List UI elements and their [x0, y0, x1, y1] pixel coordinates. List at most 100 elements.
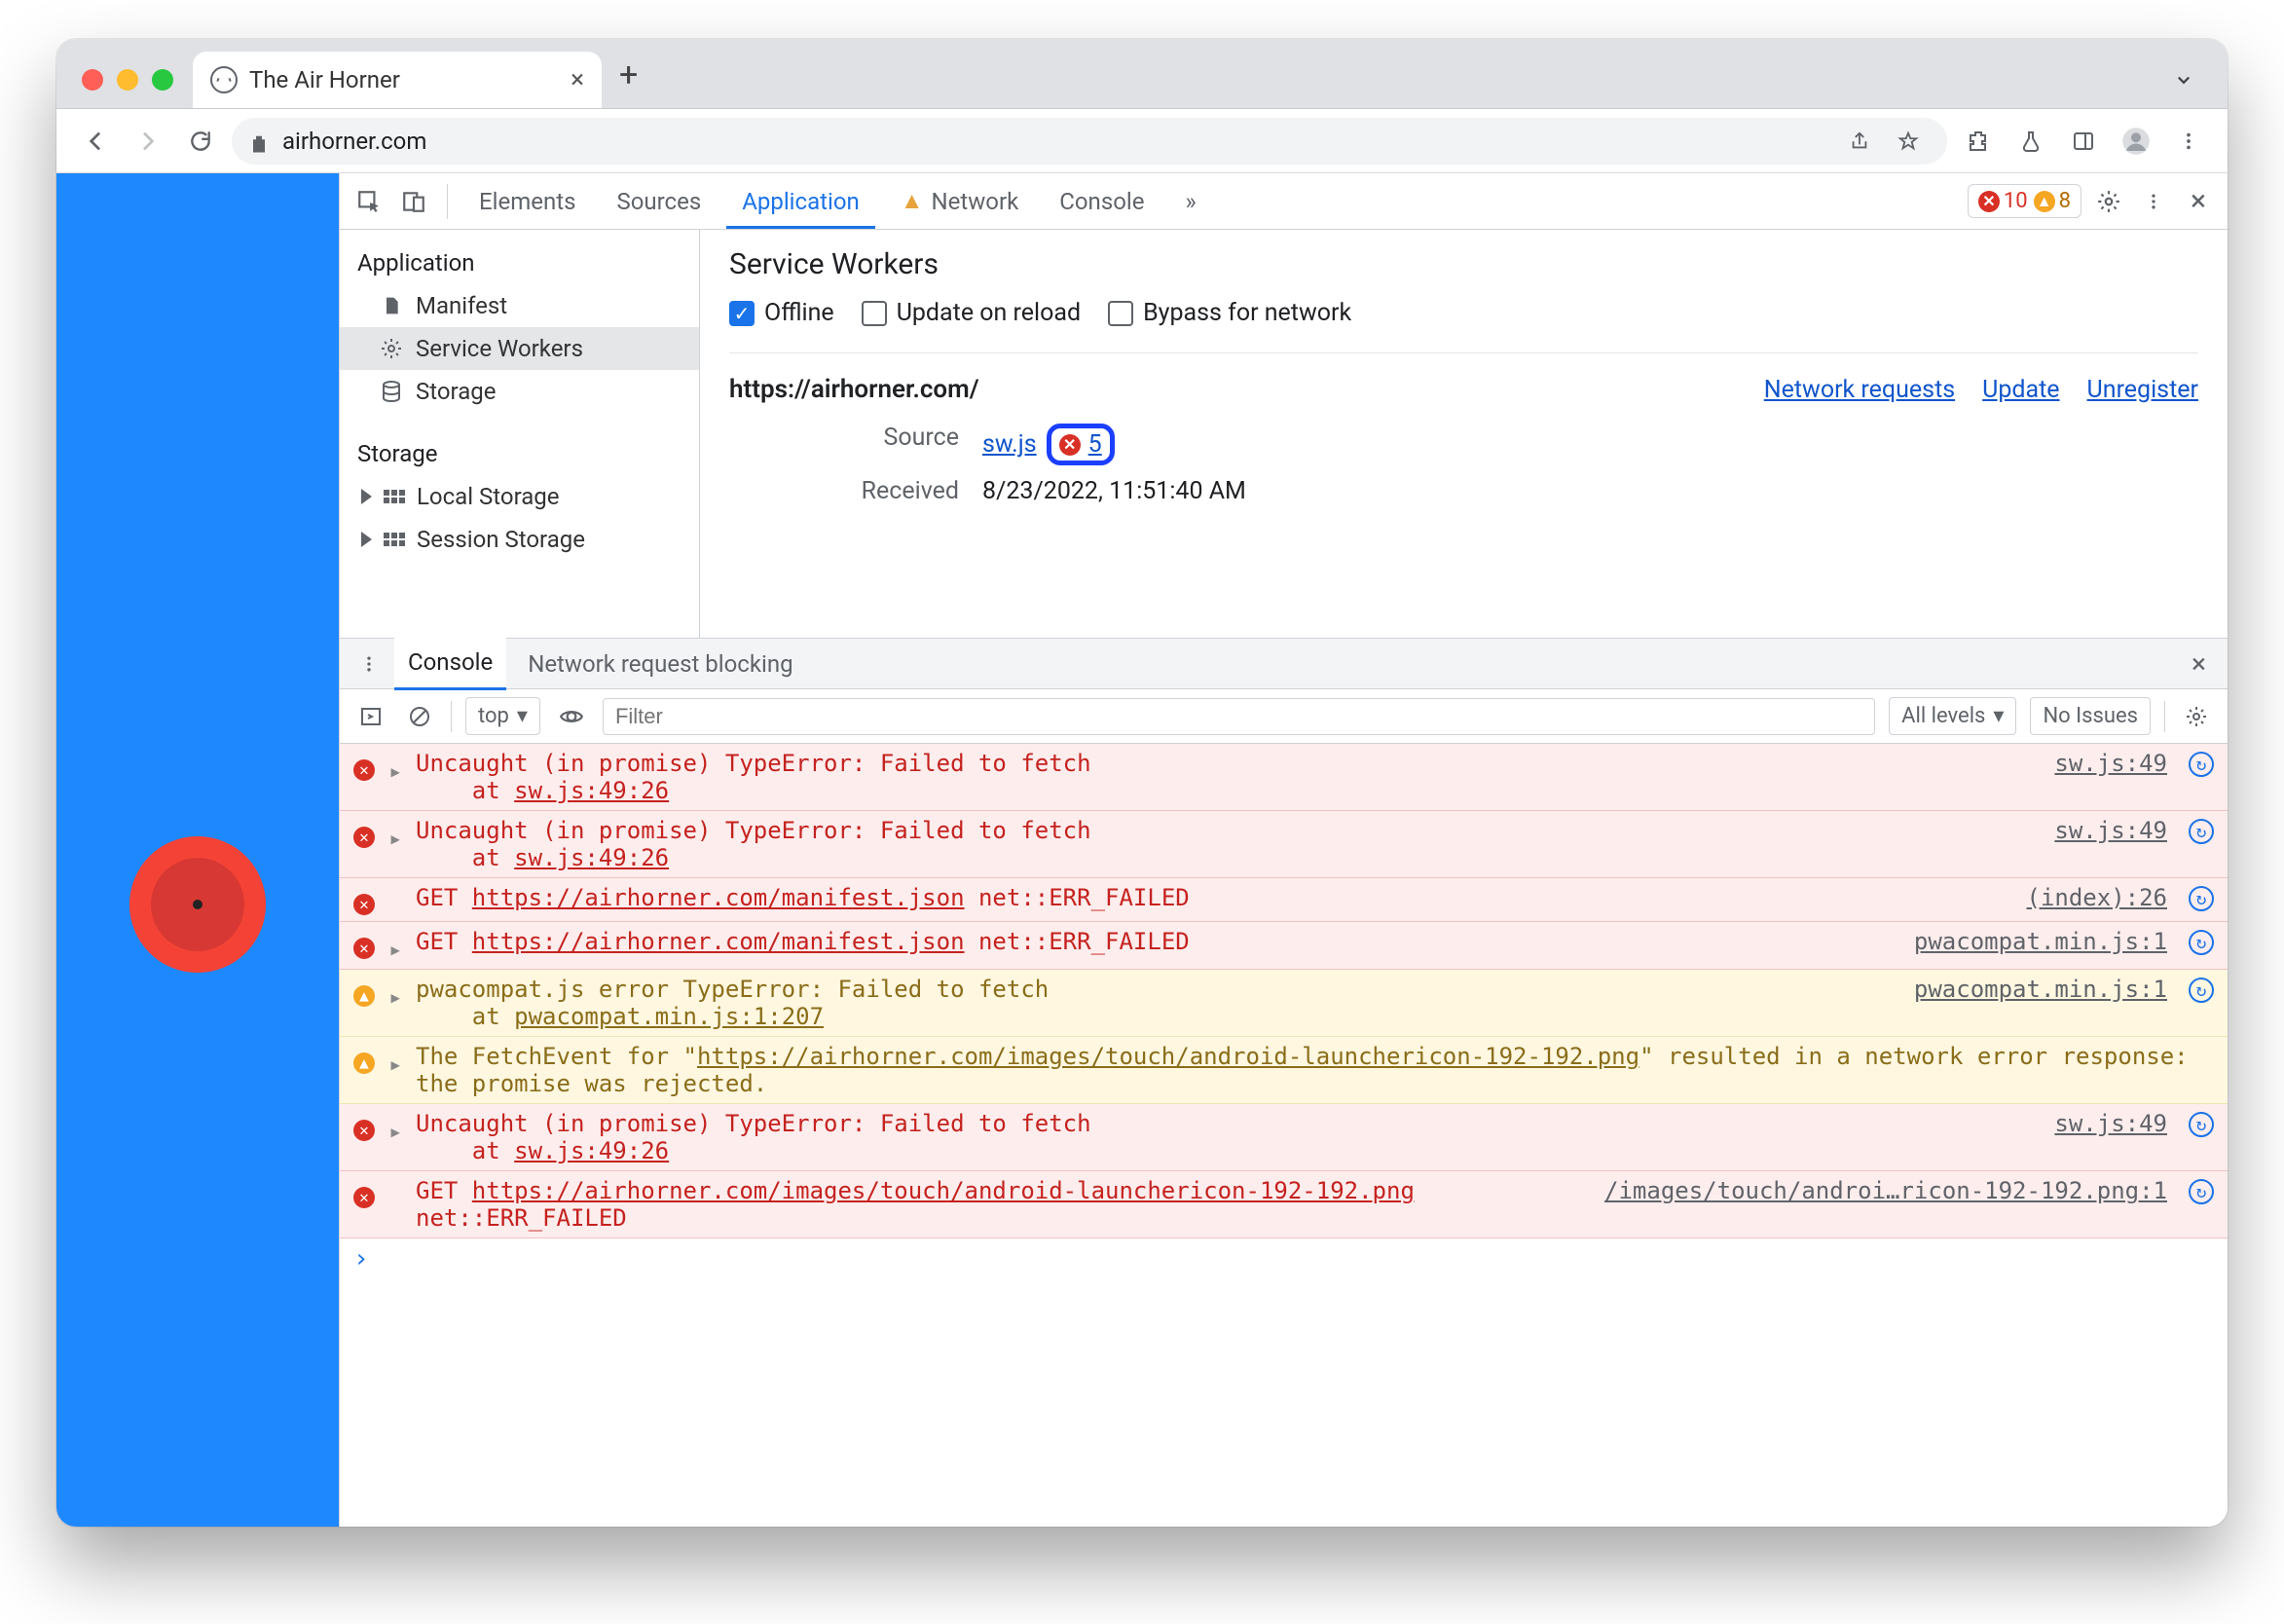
back-button[interactable] [74, 120, 117, 163]
drawer-kebab-icon[interactable] [351, 646, 387, 682]
tab-network[interactable]: ▲Network [885, 173, 1034, 229]
offline-checkbox[interactable]: ✓Offline [729, 299, 834, 327]
network-requests-link[interactable]: Network requests [1764, 376, 1955, 404]
bookmark-icon[interactable] [1887, 120, 1930, 163]
reload-button[interactable] [179, 120, 222, 163]
expand-icon[interactable]: ▸ [388, 1051, 404, 1078]
console-settings-icon[interactable] [2179, 699, 2214, 734]
update-on-reload-checkbox[interactable]: Update on reload [862, 299, 1081, 327]
log-message: GET https://airhorner.com/manifest.json … [416, 928, 1902, 955]
sidebar-item-service-workers[interactable]: Service Workers [340, 327, 699, 370]
extensions-icon[interactable] [1957, 120, 2000, 163]
labs-icon[interactable] [2009, 120, 2052, 163]
issue-counter[interactable]: ✕10 ▲8 [1968, 184, 2081, 218]
sw-error-count-highlight[interactable]: ✕ 5 [1047, 424, 1115, 465]
drawer-tab-nrb[interactable]: Network request blocking [514, 639, 806, 689]
sidebar-item-storage[interactable]: Storage [340, 370, 699, 413]
source-link[interactable]: pwacompat.min.js:1 [1914, 928, 2167, 955]
source-link[interactable]: sw.js:49 [2054, 817, 2167, 844]
unregister-link[interactable]: Unregister [2087, 376, 2198, 404]
source-link[interactable]: sw.js:49 [2054, 1110, 2167, 1137]
sidebar-item-manifest[interactable]: Manifest [340, 284, 699, 327]
new-tab-button[interactable]: + [602, 55, 655, 108]
airhorn-button[interactable] [129, 836, 266, 973]
kebab-menu-icon[interactable] [2167, 120, 2210, 163]
bypass-checkbox[interactable]: Bypass for network [1108, 299, 1351, 327]
console-row[interactable]: ▲▸pwacompat.js error TypeError: Failed t… [340, 970, 2228, 1037]
log-message: Uncaught (in promise) TypeError: Failed … [416, 1110, 2043, 1164]
update-link[interactable]: Update [1982, 376, 2059, 404]
source-file-link[interactable]: sw.js [982, 430, 1037, 459]
side-panel-icon[interactable] [2062, 120, 2105, 163]
live-expression-icon[interactable] [554, 699, 589, 734]
console-row[interactable]: ✕GET https://airhorner.com/manifest.json… [340, 878, 2228, 922]
tab-more[interactable]: » [1169, 174, 1211, 229]
console-row[interactable]: ✕▸Uncaught (in promise) TypeError: Faile… [340, 811, 2228, 878]
database-icon [379, 379, 404, 404]
omnibox[interactable]: airhorner.com [232, 118, 1947, 165]
devtools-kebab-icon[interactable] [2136, 184, 2171, 219]
replay-xhr-icon[interactable]: ↻ [2189, 886, 2214, 911]
console-filter-input[interactable] [603, 698, 1875, 735]
received-value: 8/23/2022, 11:51:40 AM [982, 477, 2198, 505]
devtools: Elements Sources Application ▲Network Co… [339, 173, 2228, 1527]
console-prompt[interactable]: › [340, 1238, 2228, 1279]
replay-xhr-icon[interactable]: ↻ [2189, 1179, 2214, 1204]
console-row[interactable]: ✕GET https://airhorner.com/images/touch/… [340, 1171, 2228, 1238]
expand-icon[interactable]: ▸ [388, 825, 404, 852]
content-area: Elements Sources Application ▲Network Co… [56, 173, 2228, 1527]
sidebar-item-local-storage[interactable]: Local Storage [340, 475, 699, 518]
console-row[interactable]: ✕▸Uncaught (in promise) TypeError: Faile… [340, 744, 2228, 811]
drawer-tab-console[interactable]: Console [394, 637, 506, 690]
inspect-icon[interactable] [351, 184, 387, 219]
close-tab-icon[interactable]: × [571, 65, 584, 94]
console-row[interactable]: ▲▸The FetchEvent for "https://airhorner.… [340, 1037, 2228, 1104]
log-message: GET https://airhorner.com/images/touch/a… [416, 1177, 1593, 1232]
console-sidebar-toggle-icon[interactable] [353, 699, 388, 734]
error-icon: ✕ [1059, 434, 1081, 456]
clear-console-icon[interactable] [402, 699, 437, 734]
expand-icon[interactable]: ▸ [388, 1118, 404, 1145]
profile-icon[interactable] [2115, 120, 2157, 163]
sidebar-item-session-storage[interactable]: Session Storage [340, 518, 699, 561]
forward-button[interactable] [127, 120, 169, 163]
console-log[interactable]: ✕ ▸ Uncaught (in promise) TypeError: Faile… [340, 744, 2228, 1527]
service-workers-view: Service Workers ✓Offline Update on reloa… [700, 230, 2228, 638]
tab-application[interactable]: Application [726, 174, 875, 229]
source-link[interactable]: pwacompat.min.js:1 [1914, 976, 2167, 1003]
close-window-button[interactable] [82, 69, 103, 91]
replay-xhr-icon[interactable]: ↻ [2189, 930, 2214, 955]
error-icon: ✕ [353, 888, 377, 915]
issues-button[interactable]: No Issues [2030, 697, 2151, 735]
sw-origin: https://airhorner.com/ [729, 375, 979, 404]
console-row[interactable]: ✕▸Uncaught (in promise) TypeError: Faile… [340, 1104, 2228, 1171]
tab-console[interactable]: Console [1044, 174, 1160, 229]
tab-elements[interactable]: Elements [463, 174, 591, 229]
replay-xhr-icon[interactable]: ↻ [2189, 752, 2214, 777]
received-label: Received [729, 477, 982, 505]
sw-error-count[interactable]: 5 [1088, 430, 1102, 459]
tab-list-button[interactable] [2163, 69, 2214, 108]
replay-xhr-icon[interactable]: ↻ [2189, 1112, 2214, 1137]
tab-sources[interactable]: Sources [601, 174, 717, 229]
expand-icon[interactable]: ▸ [388, 936, 404, 963]
context-selector[interactable]: top ▾ [465, 697, 540, 735]
drawer-close-icon[interactable]: × [2192, 647, 2216, 680]
sidebar-heading-application: Application [340, 240, 699, 284]
expand-icon[interactable]: ▸ [388, 983, 404, 1011]
source-link[interactable]: (index):26 [2027, 884, 2168, 911]
devtools-close-icon[interactable]: × [2181, 184, 2216, 219]
source-link[interactable]: /images/touch/androi…ricon-192-192.png:1 [1604, 1177, 2167, 1204]
maximize-window-button[interactable] [152, 69, 173, 91]
share-icon[interactable] [1838, 120, 1881, 163]
replay-xhr-icon[interactable]: ↻ [2189, 819, 2214, 844]
replay-xhr-icon[interactable]: ↻ [2189, 978, 2214, 1003]
minimize-window-button[interactable] [117, 69, 138, 91]
expand-icon[interactable]: ▸ [388, 757, 404, 785]
device-toolbar-icon[interactable] [396, 184, 431, 219]
log-levels-selector[interactable]: All levels ▾ [1889, 697, 2016, 735]
source-link[interactable]: sw.js:49 [2054, 750, 2167, 777]
browser-tab[interactable]: The Air Horner × [193, 52, 602, 108]
console-row[interactable]: ✕▸GET https://airhorner.com/manifest.jso… [340, 922, 2228, 970]
settings-gear-icon[interactable] [2091, 184, 2126, 219]
